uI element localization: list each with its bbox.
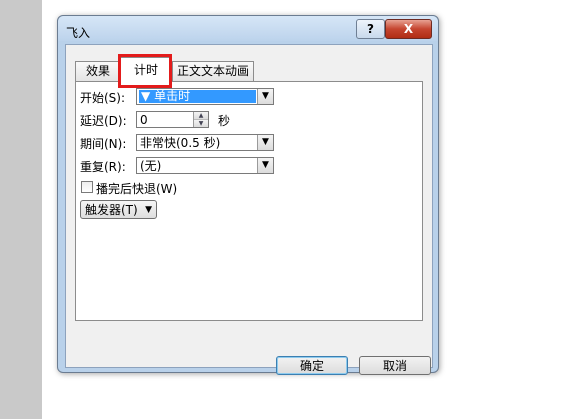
spin-down-icon[interactable]: ▼ [194,119,208,127]
triggers-label: 触发器(T) [85,203,138,217]
tab-effects[interactable]: 效果 [75,61,121,81]
start-label: 开始(S): [80,91,126,105]
timing-panel: 开始(S): ▼ 单击时 ▼ 延迟(D): 0 ▲ ▼ 秒 期间(N): 非常快… [75,81,423,321]
start-selected-value: ▼ 单击时 [139,90,256,103]
start-value-text: 单击时 [154,89,191,103]
chevron-down-icon[interactable]: ▼ [257,135,273,150]
delay-label: 延迟(D): [80,114,127,128]
double-chevron-down-icon: ▼ [145,205,152,215]
dialog-body: 效果 计时 正文文本动画 开始(S): ▼ 单击时 ▼ 延迟(D): 0 ▲ ▼… [65,44,433,375]
tab-text-animation[interactable]: 正文文本动画 [172,61,254,81]
rewind-label: 播完后快退(W) [96,182,178,196]
duration-label: 期间(N): [80,137,127,151]
chevron-down-icon[interactable]: ▼ [257,158,273,173]
repeat-dropdown[interactable]: (无) ▼ [136,157,274,174]
delay-spinbox[interactable]: 0 ▲ ▼ [136,111,209,128]
ok-button[interactable]: 确定 [276,356,348,375]
duration-value: 非常快(0.5 秒) [140,136,221,150]
repeat-label: 重复(R): [80,160,126,174]
start-dropdown[interactable]: ▼ 单击时 ▼ [136,88,274,105]
chevron-down-icon[interactable]: ▼ [257,89,273,104]
repeat-value: (无) [140,159,162,173]
cancel-button[interactable]: 取消 [359,356,431,375]
rewind-checkbox[interactable] [81,181,93,193]
duration-dropdown[interactable]: 非常快(0.5 秒) ▼ [136,134,274,151]
help-button[interactable]: ? [356,19,385,39]
triggers-button[interactable]: 触发器(T) ▼ [80,200,157,219]
delay-unit: 秒 [218,114,231,128]
mouse-click-icon: ▼ [141,89,151,103]
delay-spinner[interactable]: ▲ ▼ [193,112,208,127]
title-bar[interactable]: 飞入 ? X [58,16,438,41]
animation-dialog: 飞入 ? X 效果 计时 正文文本动画 开始(S): ▼ 单击时 ▼ 延迟(D)… [57,15,439,375]
close-button[interactable]: X [385,19,432,39]
spin-up-icon[interactable]: ▲ [194,112,208,119]
dialog-title: 飞入 [66,26,91,40]
delay-value: 0 [140,113,148,127]
red-highlight-box [118,54,172,88]
